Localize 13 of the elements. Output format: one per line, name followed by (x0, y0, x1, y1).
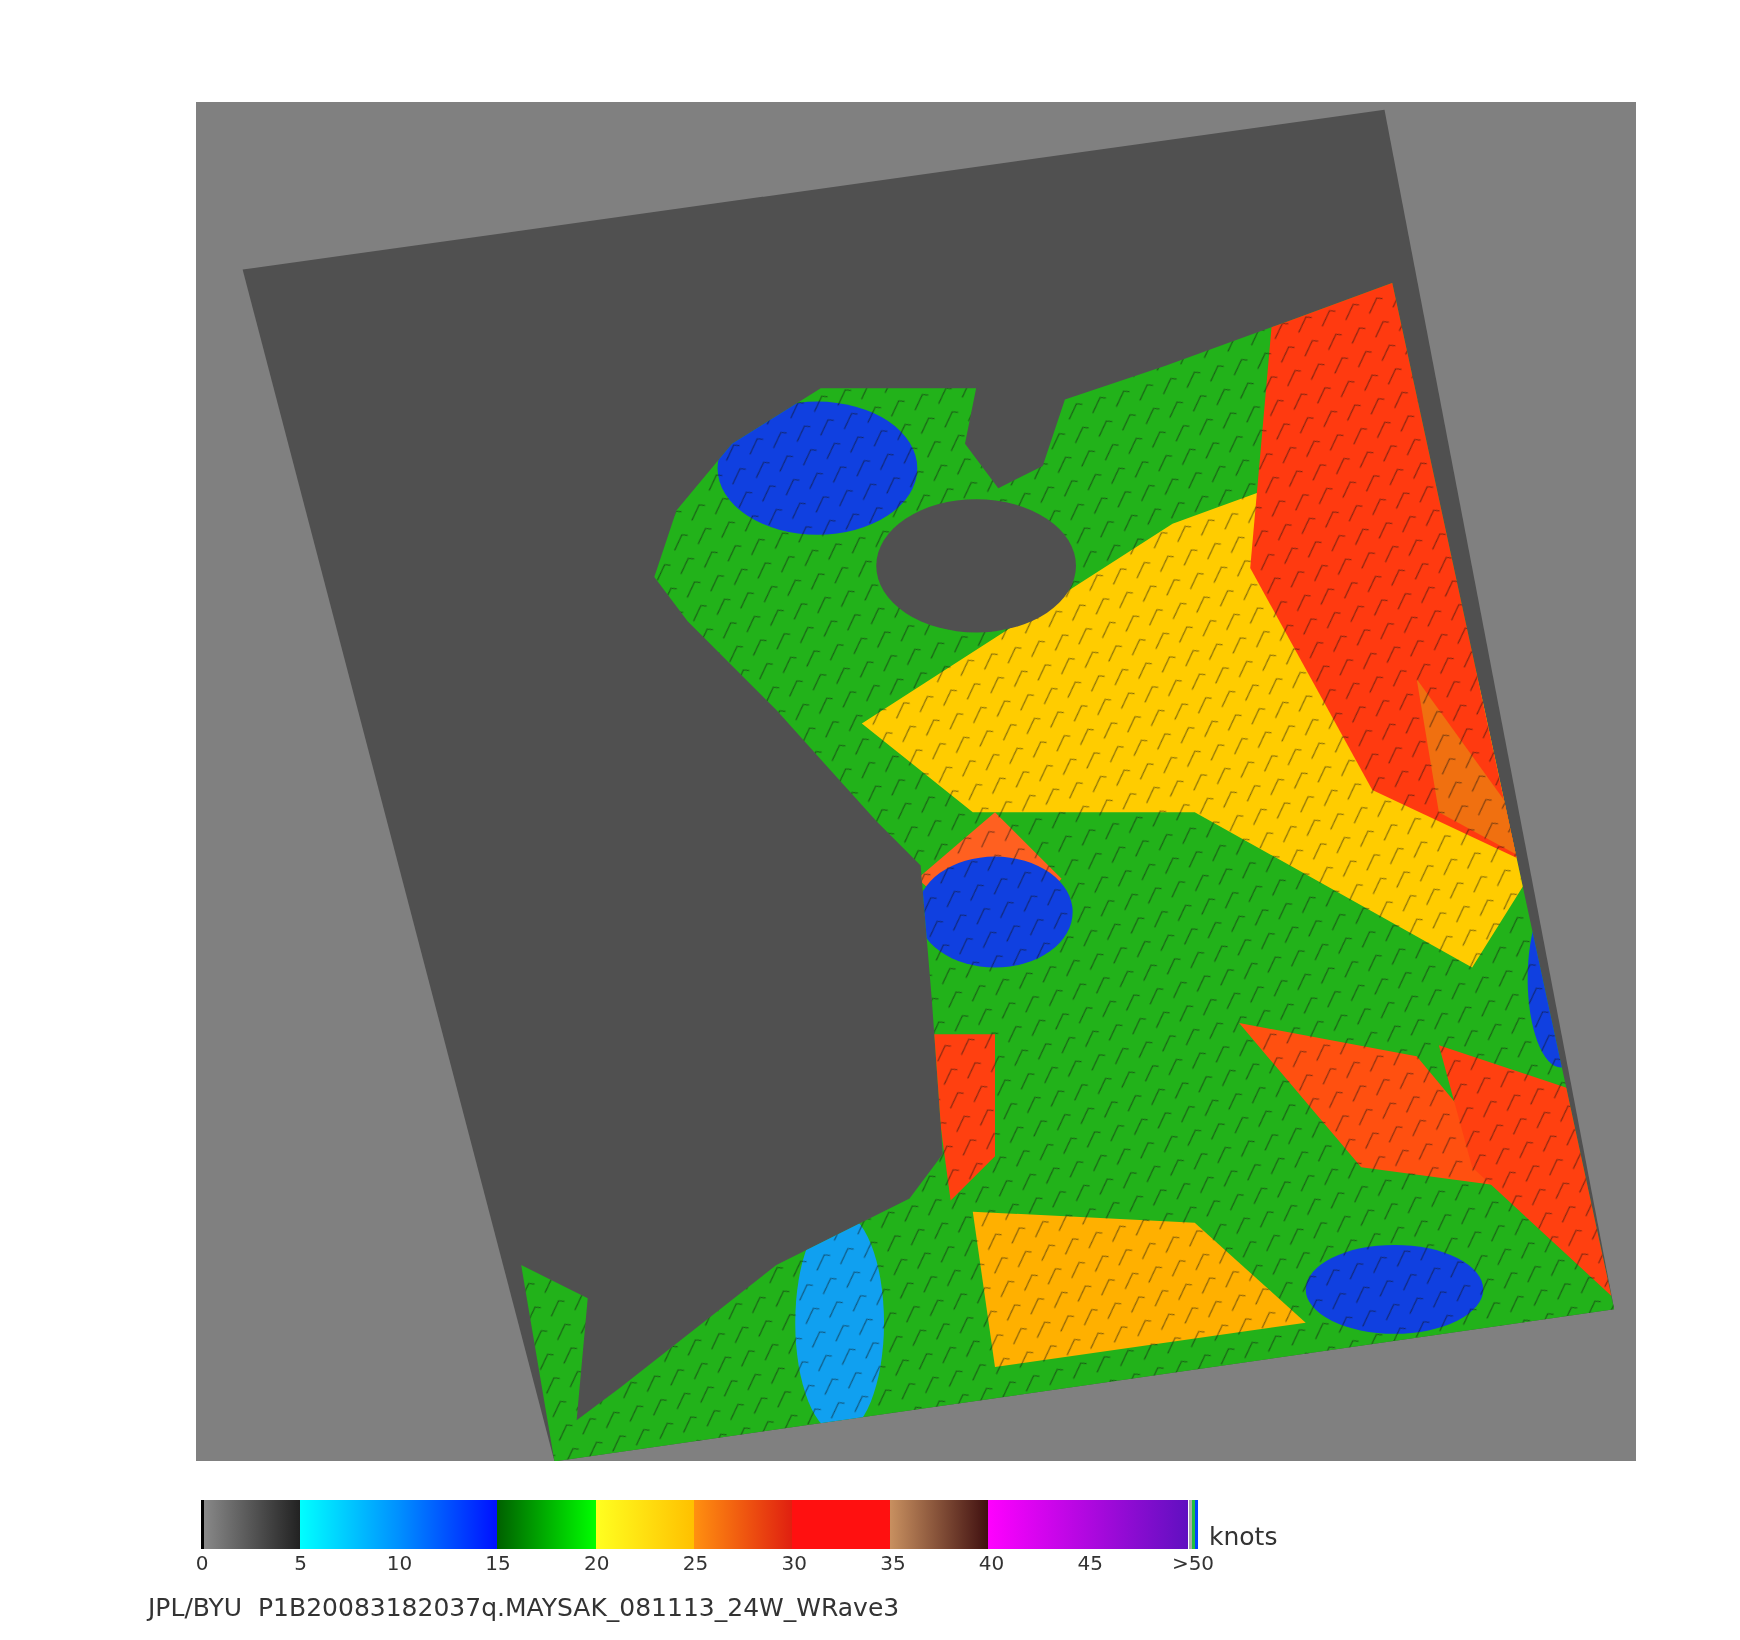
tick-label: 35 (880, 1553, 906, 1573)
tick-label: 10 (386, 1553, 413, 1573)
tick-label: 30 (781, 1553, 807, 1573)
tick-label: 5 (294, 1553, 308, 1573)
tick-label: 45 (1077, 1553, 1103, 1573)
caption-text: JPL/BYU P1B20083182037q.MAYSAK_081113_24W_WRave3 (148, 1592, 901, 1624)
tick-label: 20 (584, 1553, 610, 1573)
tick-label: 40 (978, 1553, 1005, 1573)
unit-label: knots (1209, 1524, 1278, 1549)
tick-label: 15 (485, 1553, 511, 1573)
tick-label: 25 (682, 1553, 709, 1573)
tick-label: 0 (195, 1553, 209, 1573)
tick-label: >50 (1171, 1553, 1215, 1573)
